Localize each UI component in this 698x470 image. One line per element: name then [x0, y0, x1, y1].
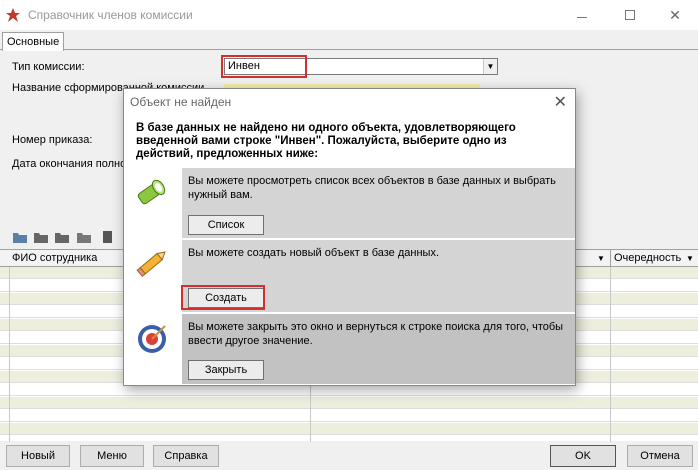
column-separator[interactable] [610, 250, 611, 267]
search-highlight [221, 55, 307, 78]
bottom-bar: Новый Меню Справка OK Отмена [0, 441, 698, 470]
folder-move-icon[interactable] [76, 230, 92, 244]
folder-open-icon[interactable] [54, 230, 70, 244]
column-header-order[interactable]: Очередность [614, 252, 681, 264]
pencil-icon [136, 251, 166, 278]
window-title: Справочник членов комиссии [28, 8, 193, 22]
help-button[interactable]: Справка [153, 445, 219, 467]
list-button[interactable]: Список [188, 215, 264, 235]
close-option-section: Вы можете закрыть это окно и вернуться к… [182, 314, 575, 384]
close-icon: ✕ [669, 6, 681, 23]
close-button[interactable]: ✕ [652, 0, 698, 30]
column-header-name[interactable]: ФИО сотрудника [12, 252, 97, 264]
create-option-text: Вы можете создать новый объект в базе да… [188, 247, 439, 259]
new-button[interactable]: Новый [6, 445, 70, 467]
table-row[interactable] [0, 423, 698, 435]
order-number-label: Номер приказа: [12, 134, 93, 146]
chevron-down-icon[interactable]: ▼ [597, 254, 605, 263]
ok-button[interactable]: OK [550, 445, 616, 467]
table-row[interactable] [0, 410, 698, 422]
grid-line [610, 267, 611, 442]
minimize-icon [577, 16, 587, 18]
maximize-button[interactable] [607, 0, 653, 30]
table-row[interactable] [0, 397, 698, 409]
commission-type-label: Тип комиссии: [12, 61, 85, 73]
tab-strip: Основные [0, 30, 698, 51]
object-not-found-dialog: Объект не найден ✕ В базе данных не найд… [123, 88, 576, 386]
close-dialog-button[interactable]: Закрыть [188, 360, 264, 380]
maximize-icon [625, 10, 635, 20]
app-icon [6, 8, 20, 22]
end-date-label: Дата окончания полно [12, 158, 127, 170]
close-icon[interactable]: ✕ [554, 92, 567, 112]
minimize-button[interactable] [559, 0, 605, 30]
cancel-button[interactable]: Отмена [627, 445, 693, 467]
dialog-title-bar: Объект не найден ✕ [124, 89, 575, 116]
flashlight-icon [137, 179, 166, 205]
tab-main[interactable]: Основные [2, 32, 64, 51]
document-icon[interactable] [100, 230, 116, 244]
chevron-down-icon[interactable]: ▼ [483, 59, 497, 74]
create-highlight [181, 285, 265, 310]
chevron-down-icon[interactable]: ▼ [686, 254, 694, 263]
menu-button[interactable]: Меню [80, 445, 144, 467]
list-option-text: Вы можете просмотреть список всех объект… [188, 175, 556, 201]
dialog-message: В базе данных не найдено ни одного объек… [136, 122, 516, 160]
target-icon [138, 325, 166, 353]
folder-icon[interactable] [33, 230, 49, 244]
title-bar: Справочник членов комиссии ✕ [0, 0, 698, 30]
dialog-title: Объект не найден [130, 95, 232, 109]
grid-line [9, 267, 10, 442]
close-option-text: Вы можете закрыть это окно и вернуться к… [188, 321, 564, 347]
new-folder-icon[interactable] [12, 230, 28, 244]
list-option-section: Вы можете просмотреть список всех объект… [182, 168, 575, 238]
